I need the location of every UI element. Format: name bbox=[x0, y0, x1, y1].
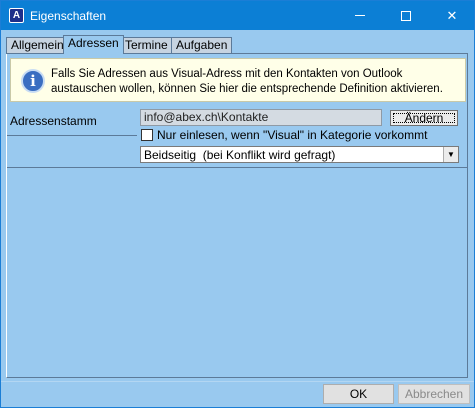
adressenstamm-label: Adressenstamm bbox=[10, 114, 97, 128]
minimize-button[interactable] bbox=[337, 1, 383, 30]
chevron-down-icon[interactable]: ▼ bbox=[443, 147, 458, 162]
tab-allgemein[interactable]: Allgemein bbox=[6, 37, 69, 53]
tab-aufgaben[interactable]: Aufgaben bbox=[171, 37, 233, 53]
ok-button[interactable]: OK bbox=[323, 384, 394, 404]
section-divider bbox=[7, 135, 137, 136]
tab-adressen[interactable]: Adressen bbox=[63, 35, 124, 54]
tab-termine[interactable]: Termine bbox=[120, 37, 173, 53]
cancel-button[interactable]: Abbrechen bbox=[398, 384, 470, 404]
visual-category-checkbox-label[interactable]: Nur einlesen, wenn "Visual" in Kategorie… bbox=[157, 128, 427, 142]
sync-direction-select[interactable]: Beidseitig (bei Konflikt wird gefragt) ▼ bbox=[140, 146, 459, 163]
footer-divider bbox=[1, 381, 474, 382]
info-text: Falls Sie Adressen aus Visual-Adress mit… bbox=[51, 68, 443, 95]
section-divider-bottom bbox=[7, 167, 467, 168]
sync-direction-value: Beidseitig (bei Konflikt wird gefragt) bbox=[144, 148, 336, 162]
app-icon: A bbox=[9, 8, 24, 23]
close-button[interactable]: ✕ bbox=[429, 1, 475, 30]
info-box: i Falls Sie Adressen aus Visual-Adress m… bbox=[10, 58, 466, 102]
info-icon: i bbox=[21, 69, 45, 93]
visual-category-checkbox[interactable] bbox=[141, 129, 153, 141]
change-button[interactable]: Ändern bbox=[390, 110, 458, 126]
close-icon: ✕ bbox=[446, 7, 458, 23]
maximize-button[interactable] bbox=[383, 1, 429, 30]
minimize-icon bbox=[355, 15, 365, 16]
maximize-icon bbox=[401, 10, 411, 21]
title-bar[interactable]: A Eigenschaften ✕ bbox=[1, 1, 474, 30]
adressenstamm-path-field[interactable]: info@abex.ch\Kontakte bbox=[140, 109, 382, 126]
window-title: Eigenschaften bbox=[30, 9, 107, 23]
tab-panel-adressen bbox=[6, 54, 468, 378]
properties-dialog: A Eigenschaften ✕ Allgemein Adressen Ter… bbox=[0, 0, 475, 408]
